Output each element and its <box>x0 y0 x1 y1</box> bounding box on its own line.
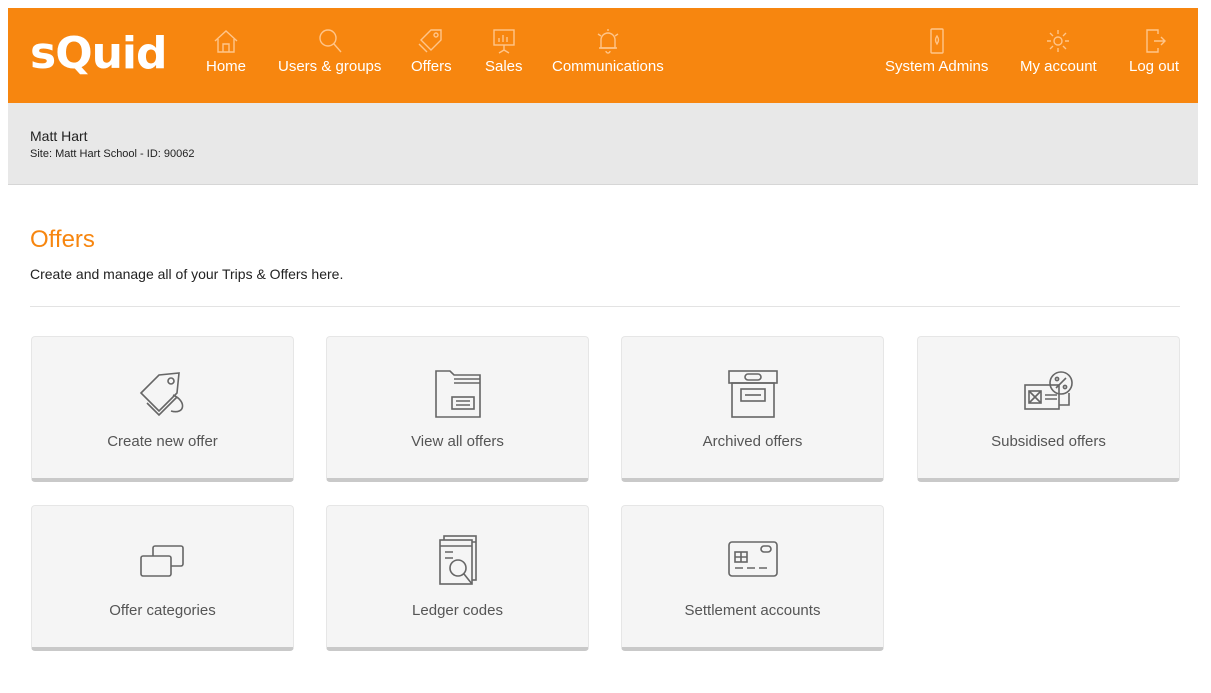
presentation-chart-icon <box>490 26 518 56</box>
tile-view-all-offers[interactable]: View all offers <box>326 336 589 482</box>
phone-admin-icon <box>923 26 951 56</box>
nav-log-out-label: Log out <box>1129 58 1180 75</box>
tile-offer-categories[interactable]: Offer categories <box>31 505 294 651</box>
nav-sales-label: Sales <box>485 58 523 75</box>
nav-home[interactable]: Home <box>206 26 246 86</box>
bell-icon <box>594 26 622 56</box>
logout-door-icon <box>1140 26 1168 56</box>
nav-offers[interactable]: Offers <box>411 26 452 86</box>
tile-archived-offers[interactable]: Archived offers <box>621 336 884 482</box>
tile-create-new-offer[interactable]: Create new offer <box>31 336 294 482</box>
credit-card-icon <box>723 534 783 590</box>
tile-subsidised-offers[interactable]: Subsidised offers <box>917 336 1180 482</box>
home-icon <box>212 26 240 56</box>
divider <box>30 306 1180 307</box>
user-name: Matt Hart <box>30 128 88 144</box>
nav-log-out[interactable]: Log out <box>1129 26 1179 86</box>
folder-icon <box>428 365 488 421</box>
top-nav-bar: sQuid Home Users & groups Offers Sales C… <box>8 8 1198 103</box>
discount-card-icon <box>1019 365 1079 421</box>
nav-system-admins-label: System Admins <box>885 58 989 75</box>
tile-label: Create new offer <box>107 433 218 450</box>
nav-users-groups[interactable]: Users & groups <box>278 26 381 86</box>
page-title: Offers <box>30 226 95 253</box>
search-icon <box>316 26 344 56</box>
tags-icon <box>133 365 193 421</box>
squid-logo[interactable]: sQuid <box>30 28 167 79</box>
gear-icon <box>1044 26 1072 56</box>
tile-label: Ledger codes <box>412 602 503 619</box>
nav-users-groups-label: Users & groups <box>278 58 382 75</box>
user-site: Site: Matt Hart School - ID: 90062 <box>30 148 195 160</box>
ledger-search-icon <box>428 534 488 590</box>
tile-settlement-accounts[interactable]: Settlement accounts <box>621 505 884 651</box>
nav-my-account-label: My account <box>1020 58 1097 75</box>
page-description: Create and manage all of your Trips & Of… <box>30 266 344 282</box>
tile-label: Subsidised offers <box>991 433 1106 450</box>
tile-label: Settlement accounts <box>684 602 821 619</box>
nav-offers-label: Offers <box>411 58 452 75</box>
nav-communications[interactable]: Communications <box>552 26 664 86</box>
tile-ledger-codes[interactable]: Ledger codes <box>326 505 589 651</box>
nav-my-account[interactable]: My account <box>1020 26 1097 86</box>
cards-stack-icon <box>133 534 193 590</box>
archive-box-icon <box>723 365 783 421</box>
tile-label: View all offers <box>411 433 504 450</box>
tile-label: Archived offers <box>702 433 803 450</box>
nav-communications-label: Communications <box>552 58 664 75</box>
tile-label: Offer categories <box>109 602 216 619</box>
nav-sales[interactable]: Sales <box>485 26 523 86</box>
user-info-bar: Matt Hart Site: Matt Hart School - ID: 9… <box>8 103 1198 185</box>
nav-system-admins[interactable]: System Admins <box>885 26 988 86</box>
tags-icon <box>417 26 445 56</box>
nav-home-label: Home <box>206 58 247 75</box>
